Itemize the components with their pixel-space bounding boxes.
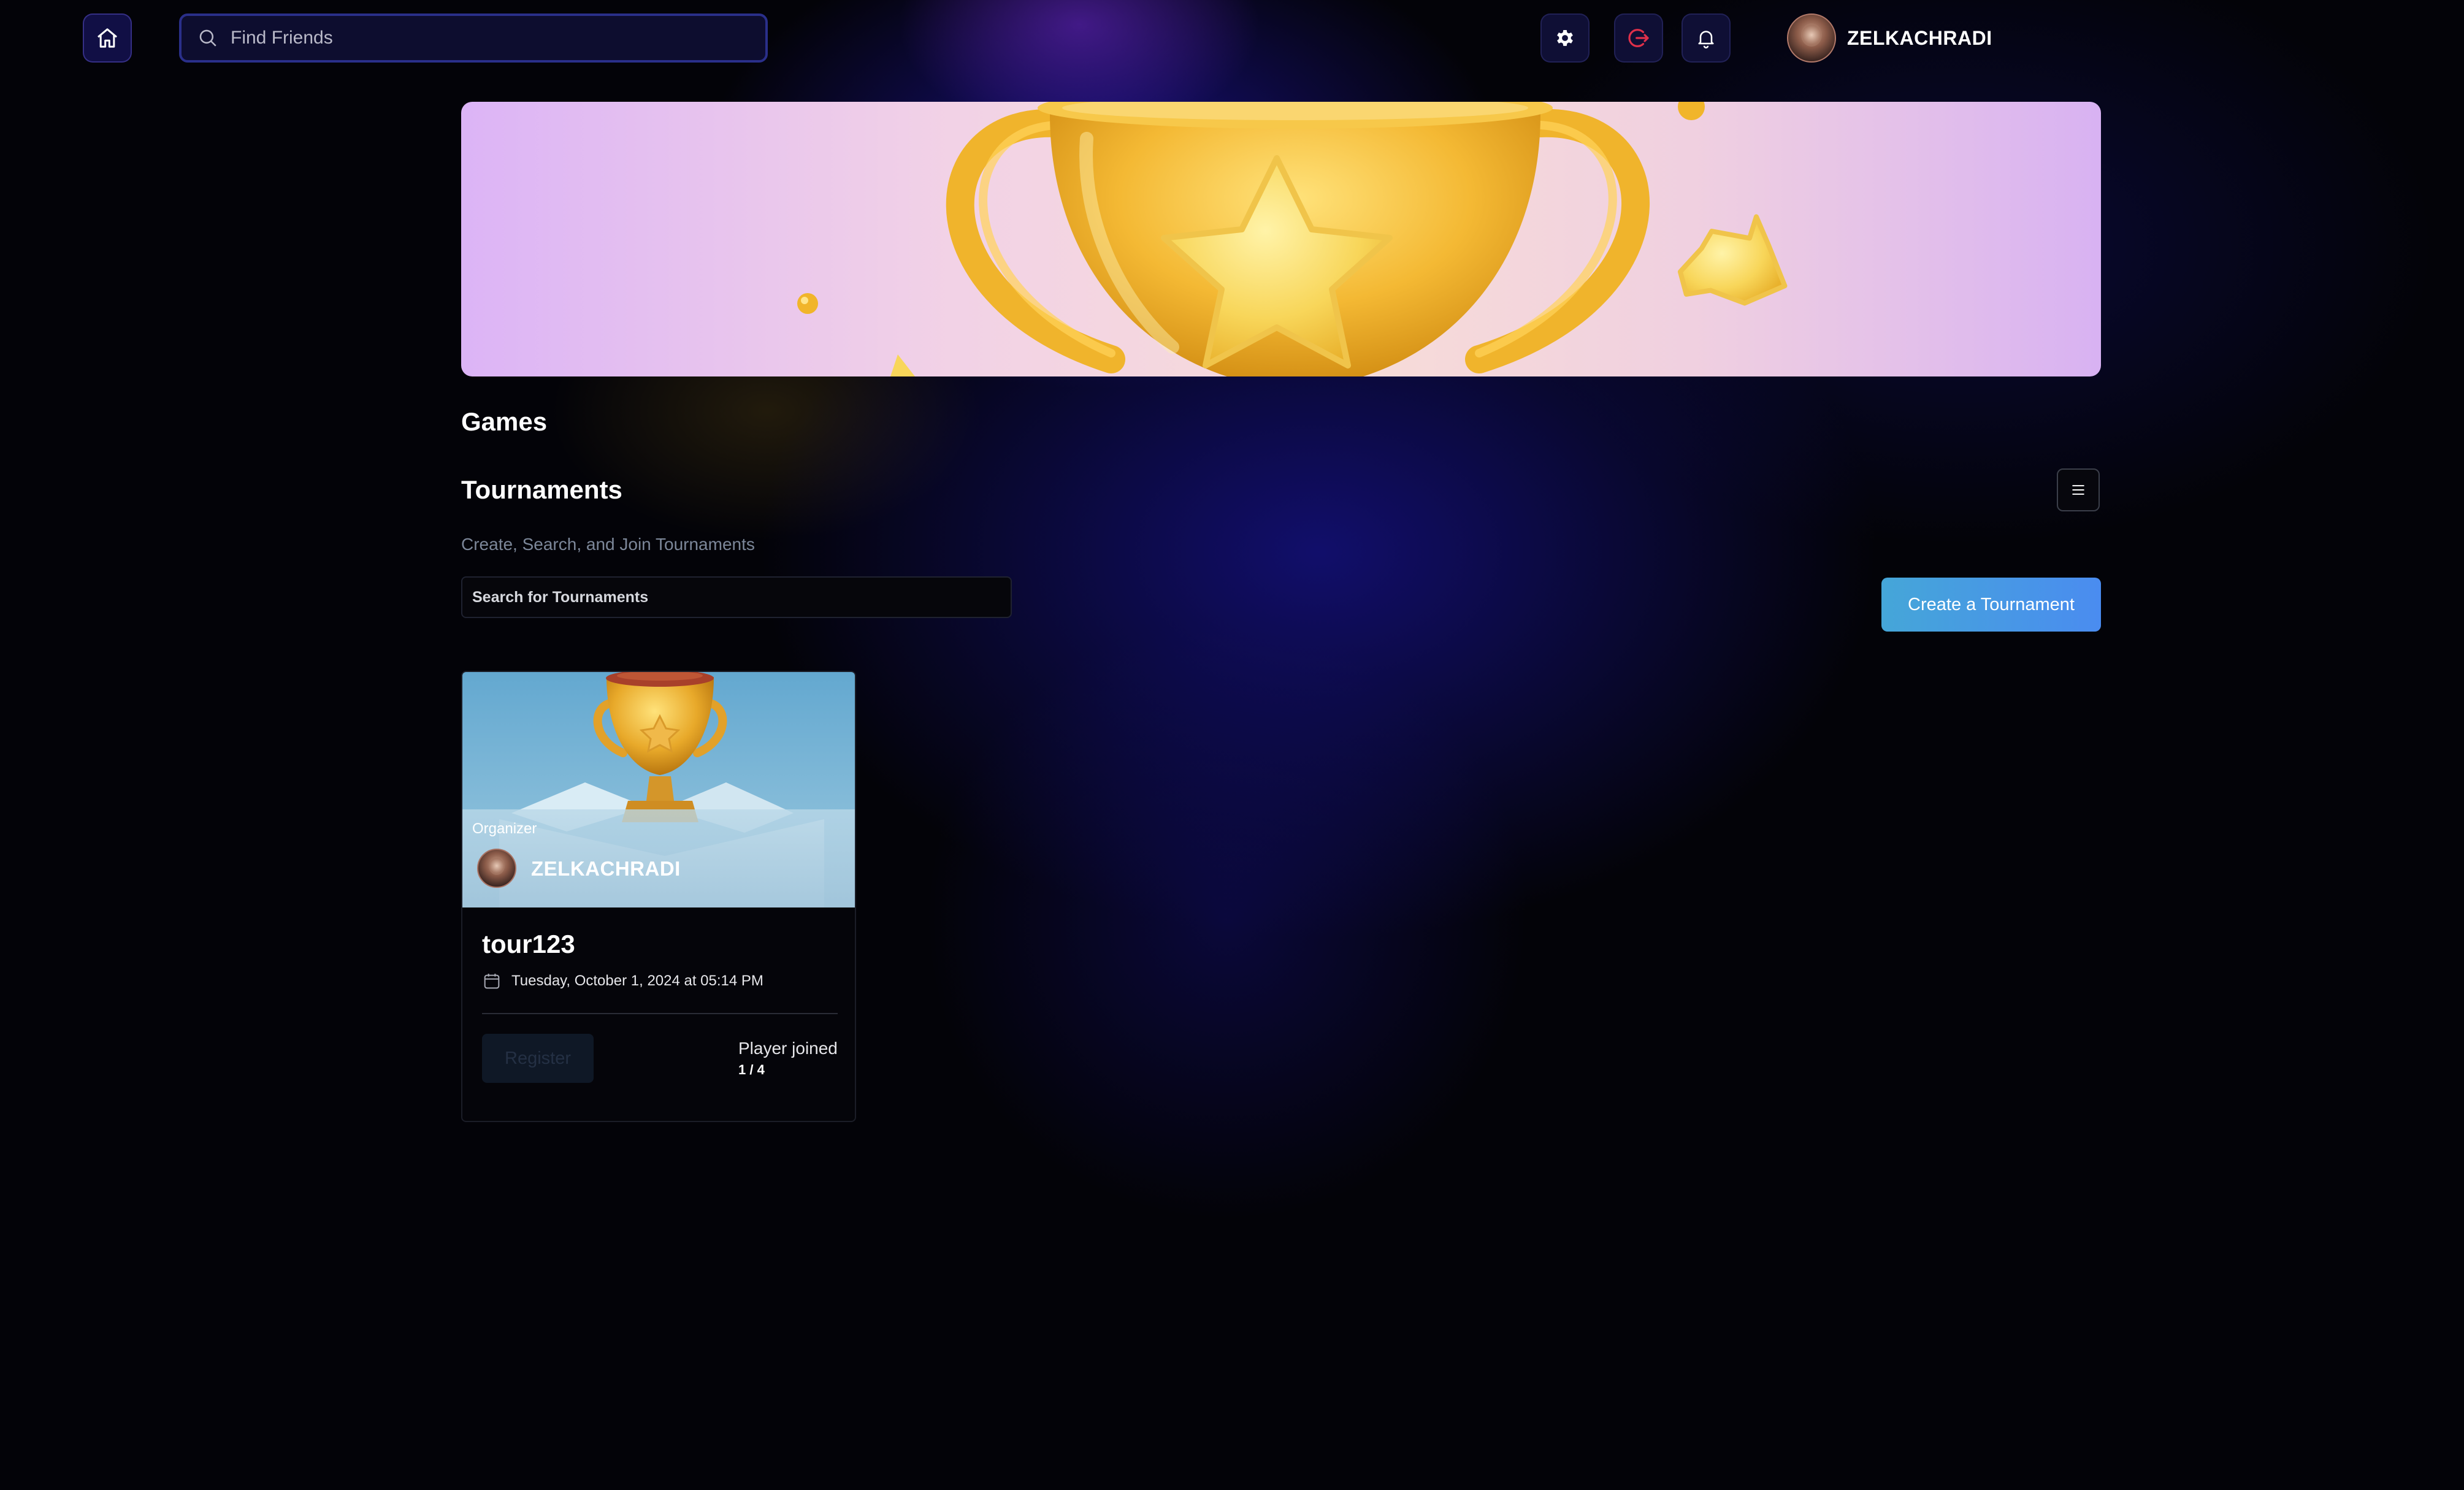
home-icon <box>98 28 117 48</box>
tournament-date-row: Tuesday, October 1, 2024 at 05:14 PM <box>482 971 763 991</box>
register-button[interactable]: Register <box>482 1034 594 1083</box>
tournament-date: Tuesday, October 1, 2024 at 05:14 PM <box>511 972 763 989</box>
home-button[interactable] <box>83 13 132 63</box>
search-icon <box>199 29 216 47</box>
gear-icon <box>1557 30 1573 46</box>
menu-icon <box>2072 485 2084 495</box>
user-profile[interactable]: ZELKACHRADI <box>1787 13 1992 63</box>
organizer-label: Organizer <box>472 820 537 837</box>
avatar <box>1787 13 1836 63</box>
tournament-search-input[interactable] <box>472 588 1000 606</box>
app-root: ZELKACHRADI <box>0 0 2464 1490</box>
tournament-card[interactable]: Organizer ZELKACHRADI tour123 Tuesday, O… <box>461 671 856 1122</box>
players-joined-count: 1 / 4 <box>738 1062 765 1077</box>
card-divider <box>482 1013 838 1014</box>
trophy-banner-illustration <box>797 102 1788 376</box>
settings-button[interactable] <box>1540 13 1590 63</box>
trophy-banner <box>461 102 2101 376</box>
profile-name: ZELKACHRADI <box>1847 26 1992 49</box>
games-heading: Games <box>461 407 548 436</box>
bell-icon <box>1698 31 1714 48</box>
tournament-search-bar <box>461 576 1012 618</box>
friend-search-bar <box>179 13 768 63</box>
players-joined-label: Player joined <box>738 1039 838 1058</box>
logout-button[interactable] <box>1614 13 1663 63</box>
tournaments-heading: Tournaments <box>461 475 622 504</box>
organizer-panel: Organizer ZELKACHRADI <box>462 809 855 907</box>
tournament-card-image: Organizer ZELKACHRADI <box>462 672 855 907</box>
organizer-name: ZELKACHRADI <box>531 857 681 880</box>
notifications-button[interactable] <box>1682 13 1731 63</box>
calendar-icon <box>484 974 500 989</box>
tournament-title: tour123 <box>482 930 575 958</box>
tournaments-subtitle: Create, Search, and Join Tournaments <box>461 535 755 554</box>
view-menu-button[interactable] <box>2057 468 2100 511</box>
organizer-avatar <box>477 849 516 888</box>
create-tournament-button[interactable]: Create a Tournament <box>1881 578 2101 632</box>
friend-search-input[interactable] <box>231 28 733 48</box>
logout-icon <box>1628 29 1649 47</box>
